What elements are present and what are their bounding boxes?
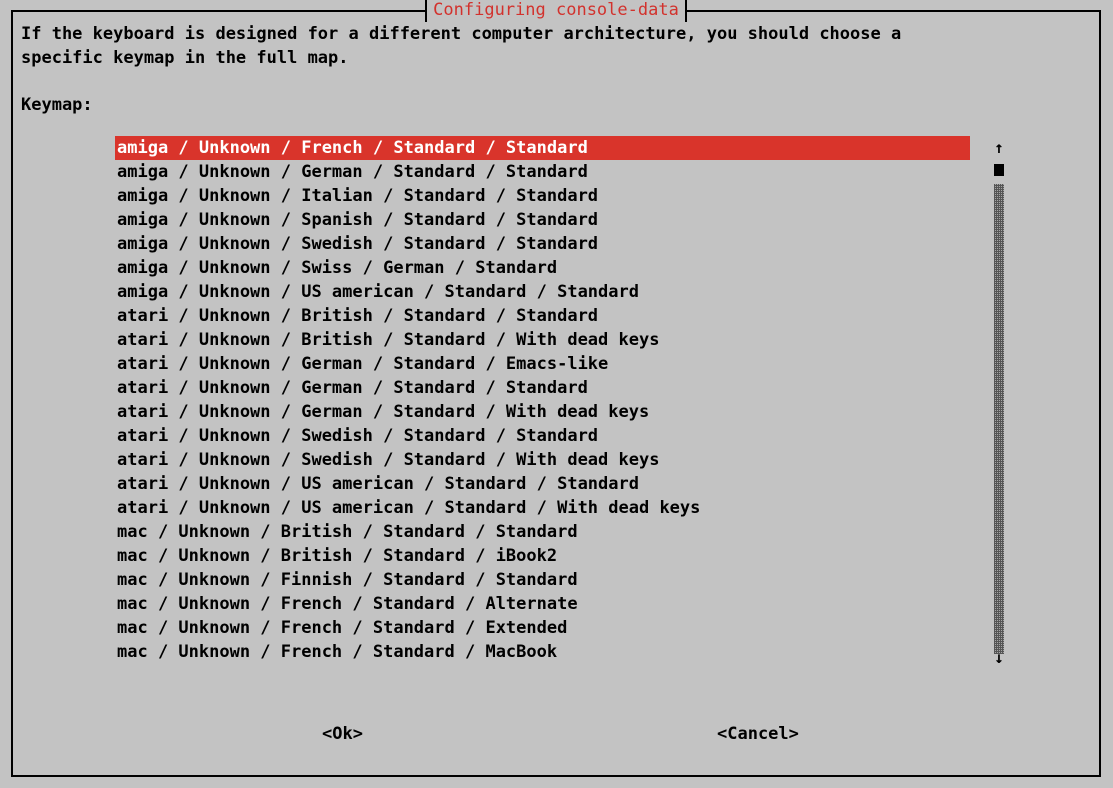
keymap-option[interactable]: mac / Unknown / British / Standard / Sta… [115,520,970,544]
scroll-up-arrow-icon[interactable]: ↑ [993,138,1005,158]
keymap-option[interactable]: atari / Unknown / Swedish / Standard / W… [115,448,970,472]
scroll-down-arrow-icon[interactable]: ↓ [993,648,1005,668]
keymap-option[interactable]: atari / Unknown / US american / Standard… [115,496,970,520]
keymap-option[interactable]: amiga / Unknown / Swedish / Standard / S… [115,232,970,256]
scroll-thumb[interactable] [994,164,1004,176]
keymap-option[interactable]: amiga / Unknown / French / Standard / St… [115,136,970,160]
keymap-option[interactable]: mac / Unknown / British / Standard / iBo… [115,544,970,568]
keymap-option[interactable]: mac / Unknown / French / Standard / MacB… [115,640,970,664]
ok-button[interactable]: <Ok> [322,722,363,746]
keymap-option[interactable]: amiga / Unknown / Italian / Standard / S… [115,184,970,208]
keymap-scrollbar[interactable]: ↑ ↓ [993,138,1005,668]
keymap-option[interactable]: mac / Unknown / French / Standard / Alte… [115,592,970,616]
keymap-option[interactable]: atari / Unknown / German / Standard / St… [115,376,970,400]
keymap-option[interactable]: amiga / Unknown / Swiss / German / Stand… [115,256,970,280]
keymap-option[interactable]: atari / Unknown / German / Standard / Em… [115,352,970,376]
keymap-option[interactable]: mac / Unknown / French / Standard / Exte… [115,616,970,640]
keymap-list[interactable]: amiga / Unknown / French / Standard / St… [115,136,970,664]
dialog-title-bar: Configuring console-data [13,0,1099,22]
keymap-option[interactable]: mac / Unknown / Finnish / Standard / Sta… [115,568,970,592]
keymap-option[interactable]: atari / Unknown / US american / Standard… [115,472,970,496]
dialog-title: Configuring console-data [425,0,687,22]
keymap-prompt: Keymap: [21,95,93,115]
keymap-option[interactable]: amiga / Unknown / German / Standard / St… [115,160,970,184]
keymap-option[interactable]: atari / Unknown / Swedish / Standard / S… [115,424,970,448]
keymap-option[interactable]: amiga / Unknown / Spanish / Standard / S… [115,208,970,232]
dialog-message: If the keyboard is designed for a differ… [21,24,902,68]
keymap-option[interactable]: amiga / Unknown / US american / Standard… [115,280,970,304]
scroll-track[interactable] [994,184,1004,654]
keymap-option[interactable]: atari / Unknown / British / Standard / S… [115,304,970,328]
cancel-button[interactable]: <Cancel> [717,722,799,746]
keymap-option[interactable]: atari / Unknown / German / Standard / Wi… [115,400,970,424]
keymap-option[interactable]: atari / Unknown / British / Standard / W… [115,328,970,352]
